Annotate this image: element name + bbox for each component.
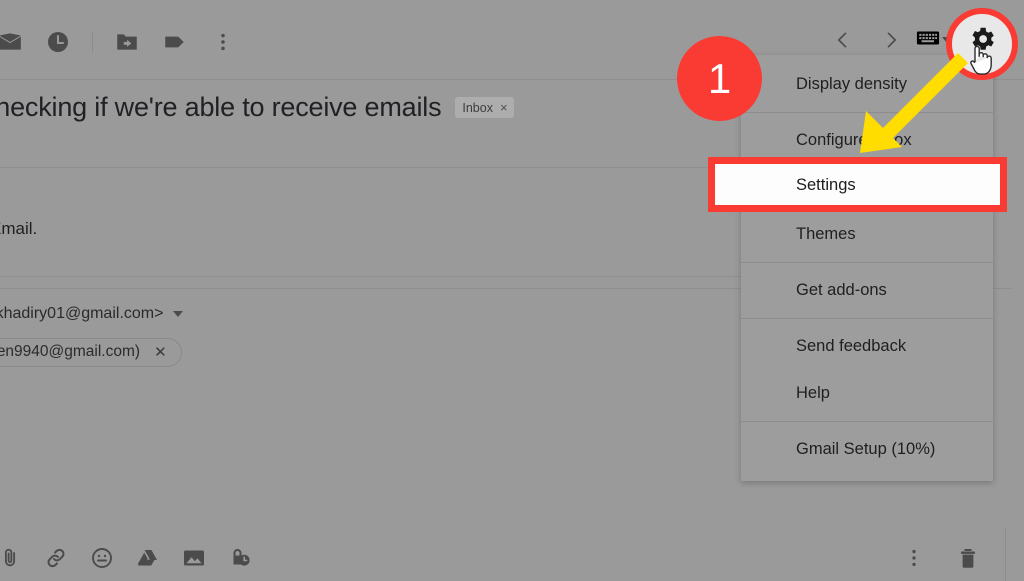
next-arrow-icon[interactable]	[868, 20, 914, 60]
menu-item-send-feedback[interactable]: Send feedback	[741, 323, 993, 370]
menu-separator	[741, 318, 993, 319]
discard-draft-icon[interactable]	[950, 541, 986, 575]
subject-divider	[0, 167, 740, 168]
attach-file-icon[interactable]	[0, 541, 28, 575]
menu-item-help[interactable]: Help	[741, 370, 993, 417]
remove-recipient-icon[interactable]: ✕	[154, 343, 167, 361]
mail-subject-row: checking if we're able to receive emails…	[0, 92, 514, 123]
mail-body-text: Email.	[0, 219, 38, 238]
google-drive-icon[interactable]	[130, 541, 166, 575]
menu-item-gmail-setup[interactable]: Gmail Setup (10%)	[741, 426, 993, 473]
body-divider-top	[0, 276, 760, 277]
gmail-settings-menu-screenshot: checking if we're able to receive emails…	[0, 0, 1024, 581]
menu-item-themes[interactable]: Themes	[741, 211, 993, 258]
compose-right-actions	[896, 541, 986, 575]
compose-bottom-toolbar	[0, 533, 1024, 581]
confidential-mode-icon[interactable]	[222, 541, 258, 575]
move-to-folder-icon[interactable]	[103, 22, 151, 62]
inbox-label-chip[interactable]: Inbox ×	[455, 97, 514, 118]
settings-highlight-label[interactable]: Settings	[796, 176, 856, 195]
menu-item-configure-inbox[interactable]: Configure inbox	[741, 117, 993, 164]
recipient-address: .allen9940@gmail.com)	[0, 343, 141, 360]
menu-separator	[741, 262, 993, 263]
remove-label-icon[interactable]: ×	[500, 100, 508, 115]
toolbar-divider	[92, 31, 93, 53]
from-chevron-down-icon[interactable]	[173, 311, 184, 317]
compose-right-edge	[1005, 528, 1006, 581]
snooze-clock-icon[interactable]	[34, 22, 82, 62]
compose-insert-actions	[0, 541, 258, 575]
recipient-chip[interactable]: .allen9940@gmail.com) ✕	[0, 338, 182, 367]
toolbar-left-actions	[0, 22, 247, 62]
label-tag-icon[interactable]	[151, 22, 199, 62]
archive-icon[interactable]	[0, 22, 34, 62]
menu-item-settings[interactable]: Settings	[741, 164, 993, 211]
more-options-icon[interactable]	[199, 22, 247, 62]
previous-arrow-icon[interactable]	[820, 20, 866, 60]
insert-link-icon[interactable]	[38, 541, 74, 575]
inbox-label-text: Inbox	[462, 100, 493, 115]
insert-emoji-icon[interactable]	[84, 541, 120, 575]
compose-from-row[interactable]: yed <khadiry01@gmail.com>	[0, 305, 184, 323]
menu-separator	[741, 421, 993, 422]
keyboard-input-icon[interactable]	[916, 29, 940, 52]
menu-item-get-add-ons[interactable]: Get add-ons	[741, 267, 993, 314]
compose-from-address: yed <khadiry01@gmail.com>	[0, 305, 164, 322]
step-number-badge: 1	[677, 36, 762, 121]
menu-separator	[741, 112, 993, 113]
compose-to-row: .allen9940@gmail.com) ✕	[0, 338, 182, 367]
hand-pointer-cursor-icon	[966, 42, 996, 78]
more-options-icon[interactable]	[896, 541, 932, 575]
settings-dropdown-menu: Display density Configure inbox Settings…	[741, 55, 993, 481]
step-number-text: 1	[707, 54, 732, 102]
insert-photo-icon[interactable]	[176, 541, 212, 575]
mail-subject: checking if we're able to receive emails	[0, 92, 442, 122]
